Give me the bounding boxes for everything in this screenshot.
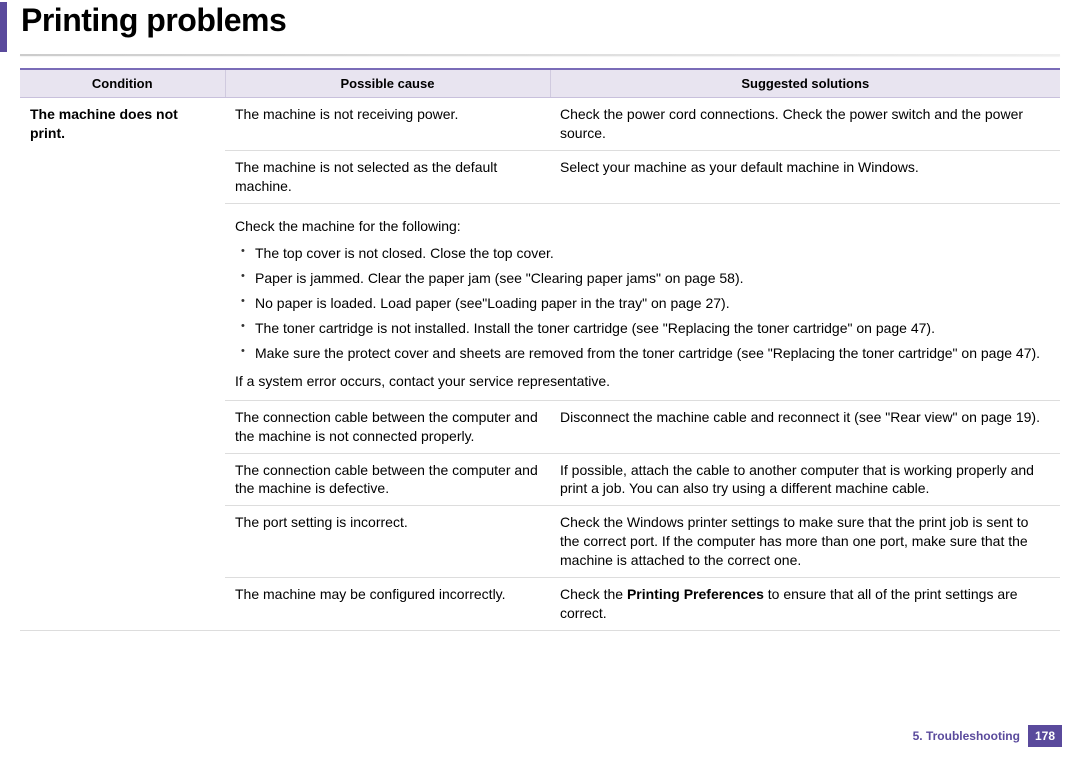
- page-title: Printing problems: [21, 2, 1080, 39]
- header-cause: Possible cause: [225, 69, 550, 98]
- content-area: Condition Possible cause Suggested solut…: [20, 68, 1060, 631]
- list-item: The toner cartridge is not installed. In…: [235, 316, 1050, 341]
- solution-cell: Disconnect the machine cable and reconne…: [550, 400, 1060, 453]
- cause-cell: The machine is not receiving power.: [225, 98, 550, 151]
- cause-cell: The connection cable between the compute…: [225, 453, 550, 506]
- accent-bar: [0, 2, 7, 52]
- list-item: Paper is jammed. Clear the paper jam (se…: [235, 266, 1050, 291]
- page-number: 178: [1028, 725, 1062, 747]
- solution-cell: Check the Printing Preferences to ensure…: [550, 578, 1060, 631]
- check-intro: Check the machine for the following:: [235, 217, 1050, 236]
- header-condition: Condition: [20, 69, 225, 98]
- chapter-label: 5. Troubleshooting: [913, 729, 1020, 743]
- header-solution: Suggested solutions: [550, 69, 1060, 98]
- list-item: No paper is loaded. Load paper (see"Load…: [235, 291, 1050, 316]
- solution-cell: If possible, attach the cable to another…: [550, 453, 1060, 506]
- solution-cell: Check the Windows printer settings to ma…: [550, 506, 1060, 578]
- cause-cell: The connection cable between the compute…: [225, 400, 550, 453]
- cause-cell: The port setting is incorrect.: [225, 506, 550, 578]
- title-underline: [20, 54, 1060, 56]
- solution-text-pre: Check the: [560, 586, 627, 602]
- condition-cell: The machine does not print.: [20, 98, 225, 631]
- page-footer: 5. Troubleshooting 178: [913, 725, 1062, 747]
- cause-cell: The machine is not selected as the defau…: [225, 150, 550, 203]
- list-item: Make sure the protect cover and sheets a…: [235, 341, 1050, 366]
- solution-text-bold: Printing Preferences: [627, 586, 764, 602]
- check-list: The top cover is not closed. Close the t…: [235, 241, 1050, 365]
- check-block-cell: Check the machine for the following: The…: [225, 203, 1060, 400]
- check-outro: If a system error occurs, contact your s…: [235, 372, 1050, 391]
- list-item: The top cover is not closed. Close the t…: [235, 241, 1050, 266]
- troubleshooting-table: Condition Possible cause Suggested solut…: [20, 68, 1060, 631]
- cause-cell: The machine may be configured incorrectl…: [225, 578, 550, 631]
- solution-cell: Select your machine as your default mach…: [550, 150, 1060, 203]
- table-row: The machine does not print. The machine …: [20, 98, 1060, 151]
- solution-cell: Check the power cord connections. Check …: [550, 98, 1060, 151]
